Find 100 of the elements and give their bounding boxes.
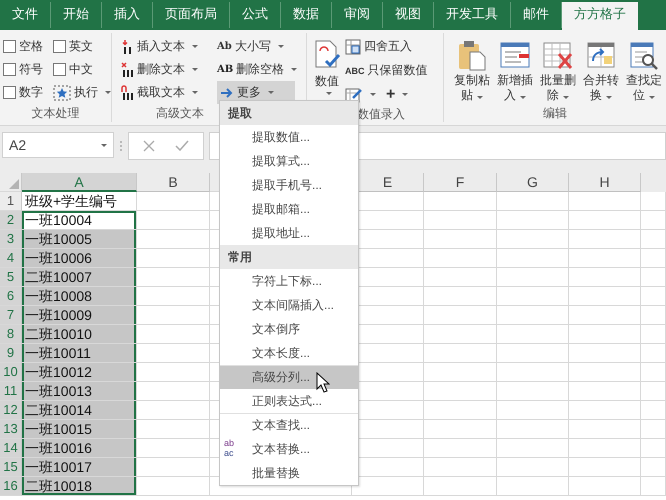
row-header[interactable]: 9 [0, 344, 22, 363]
menu-item[interactable]: 提取算式... [220, 149, 358, 173]
row-header[interactable]: 14 [0, 439, 22, 458]
checkbox[interactable]: 中文 [53, 58, 111, 81]
run-button[interactable]: 执行 [53, 81, 111, 104]
row-header[interactable]: 3 [0, 230, 22, 249]
table-cell [497, 287, 569, 306]
row-header[interactable]: 11 [0, 382, 22, 401]
command-label: 删除空格 [236, 61, 284, 78]
checkbox-box[interactable] [3, 63, 16, 76]
column-header[interactable]: A [22, 173, 137, 192]
command-label: 只保留数值 [368, 62, 428, 79]
ribbon-tab[interactable]: 方方格子 [562, 2, 638, 30]
ribbon-tab[interactable]: 开始 [51, 2, 102, 28]
ribbon-command[interactable]: 删除文本 [120, 58, 217, 81]
table-icon [345, 38, 361, 54]
column-header[interactable]: G [497, 173, 569, 192]
table-cell [569, 363, 641, 382]
ribbon-button[interactable]: 查找定位 [624, 36, 664, 104]
table-cell [497, 192, 569, 211]
table-cell [569, 192, 641, 211]
row-header[interactable]: 6 [0, 287, 22, 306]
enter-icon[interactable] [175, 140, 189, 152]
ribbon-tab[interactable]: 数据 [281, 2, 332, 28]
menu-item[interactable]: 文本长度... [220, 341, 358, 365]
row-header[interactable]: 8 [0, 325, 22, 344]
ribbon-tab[interactable]: 文件 [0, 2, 51, 28]
caret-icon [291, 68, 298, 71]
menu-item[interactable]: 文本查找... [220, 413, 358, 437]
ribbon-button[interactable]: 批量删除 [538, 36, 578, 104]
menu-item[interactable]: 提取邮箱... [220, 197, 358, 221]
command-label: 四舍五入 [364, 38, 412, 55]
checkbox-box[interactable] [3, 86, 16, 99]
table-cell: 一班10015 [22, 420, 137, 439]
ribbon-command[interactable]: Ab 大小写 [217, 35, 311, 58]
column-header[interactable]: B [137, 173, 210, 192]
row-header[interactable]: 1 [0, 192, 22, 211]
row-header[interactable]: 12 [0, 401, 22, 420]
menu-item[interactable]: 提取数值... [220, 125, 358, 149]
ribbon-tab[interactable]: 视图 [383, 2, 434, 28]
row-header[interactable]: 13 [0, 420, 22, 439]
ribbon-command[interactable]: 截取文本 [120, 81, 217, 104]
checkbox-box[interactable] [3, 40, 16, 53]
table-cell [569, 344, 641, 363]
row-header[interactable]: 10 [0, 363, 22, 382]
ribbon-button[interactable]: 新增插入 [495, 36, 535, 104]
ribbon-command[interactable]: 四舍五入 [345, 36, 428, 57]
caret-icon [101, 144, 107, 146]
table-cell [569, 439, 641, 458]
replace-icon: ab ac [224, 438, 234, 458]
caret-icon [192, 91, 198, 94]
table-cell [569, 420, 641, 439]
plus-button[interactable]: + [386, 84, 408, 105]
ribbon-command[interactable]: AB 删除空格 [217, 58, 311, 81]
ribbon-command[interactable]: ABC 只保留数值 [345, 60, 428, 81]
cursor-icon [316, 372, 330, 393]
menu-item[interactable]: 正则表达式... [220, 389, 358, 413]
caret-icon [268, 91, 274, 94]
row-header[interactable]: 16 [0, 477, 22, 496]
caret-icon [649, 96, 655, 99]
name-box[interactable]: A2 [2, 132, 114, 158]
ribbon-button[interactable]: 复制粘贴 [452, 36, 492, 104]
menu-item[interactable]: 文本间隔插入... [220, 293, 358, 317]
ribbon-tab[interactable]: 公式 [230, 2, 281, 28]
menu-item[interactable]: 字符上下标... [220, 269, 358, 293]
checkbox[interactable]: 数字 [3, 81, 53, 104]
ribbon-tab[interactable]: 插入 [102, 2, 153, 28]
menu-item[interactable]: 高级分列... [220, 365, 358, 389]
caret-icon [563, 96, 569, 99]
ribbon-button[interactable]: 合并转换 [581, 36, 621, 104]
menu-item[interactable]: 文本倒序 [220, 317, 358, 341]
row-header[interactable]: 7 [0, 306, 22, 325]
command-label: 更多 [237, 84, 261, 101]
cancel-icon[interactable] [143, 140, 155, 152]
row-header[interactable]: 2 [0, 211, 22, 230]
menu-item[interactable]: 批量替换 [220, 461, 358, 485]
checkbox-label: 中文 [69, 61, 93, 78]
menu-item[interactable]: 提取地址... [220, 221, 358, 245]
group-label: 文本处理 [30, 105, 80, 122]
caret-icon [105, 91, 111, 94]
table-cell [497, 230, 569, 249]
cut-text-icon [120, 84, 134, 100]
table-cell: 二班10007 [22, 268, 137, 287]
column-header[interactable]: F [424, 173, 497, 192]
row-header[interactable]: 4 [0, 249, 22, 268]
row-header[interactable]: 5 [0, 268, 22, 287]
checkbox[interactable]: 空格 [3, 35, 53, 58]
ribbon-tab[interactable]: 开发工具 [434, 2, 511, 28]
menu-item[interactable]: ab ac 文本替换... [220, 437, 358, 461]
table-cell [641, 325, 666, 344]
checkbox-box[interactable] [53, 40, 66, 53]
table-cell [641, 401, 666, 420]
ribbon-command[interactable]: 插入文本 [120, 35, 217, 58]
ribbon-tab[interactable]: 审阅 [332, 2, 383, 28]
row-header[interactable]: 15 [0, 458, 22, 477]
checkbox-box[interactable] [53, 63, 66, 76]
checkbox[interactable]: 符号 [3, 58, 53, 81]
column-header[interactable]: H [569, 173, 641, 192]
ribbon-tab[interactable]: 页面布局 [153, 2, 230, 28]
checkbox[interactable]: 英文 [53, 35, 111, 58]
